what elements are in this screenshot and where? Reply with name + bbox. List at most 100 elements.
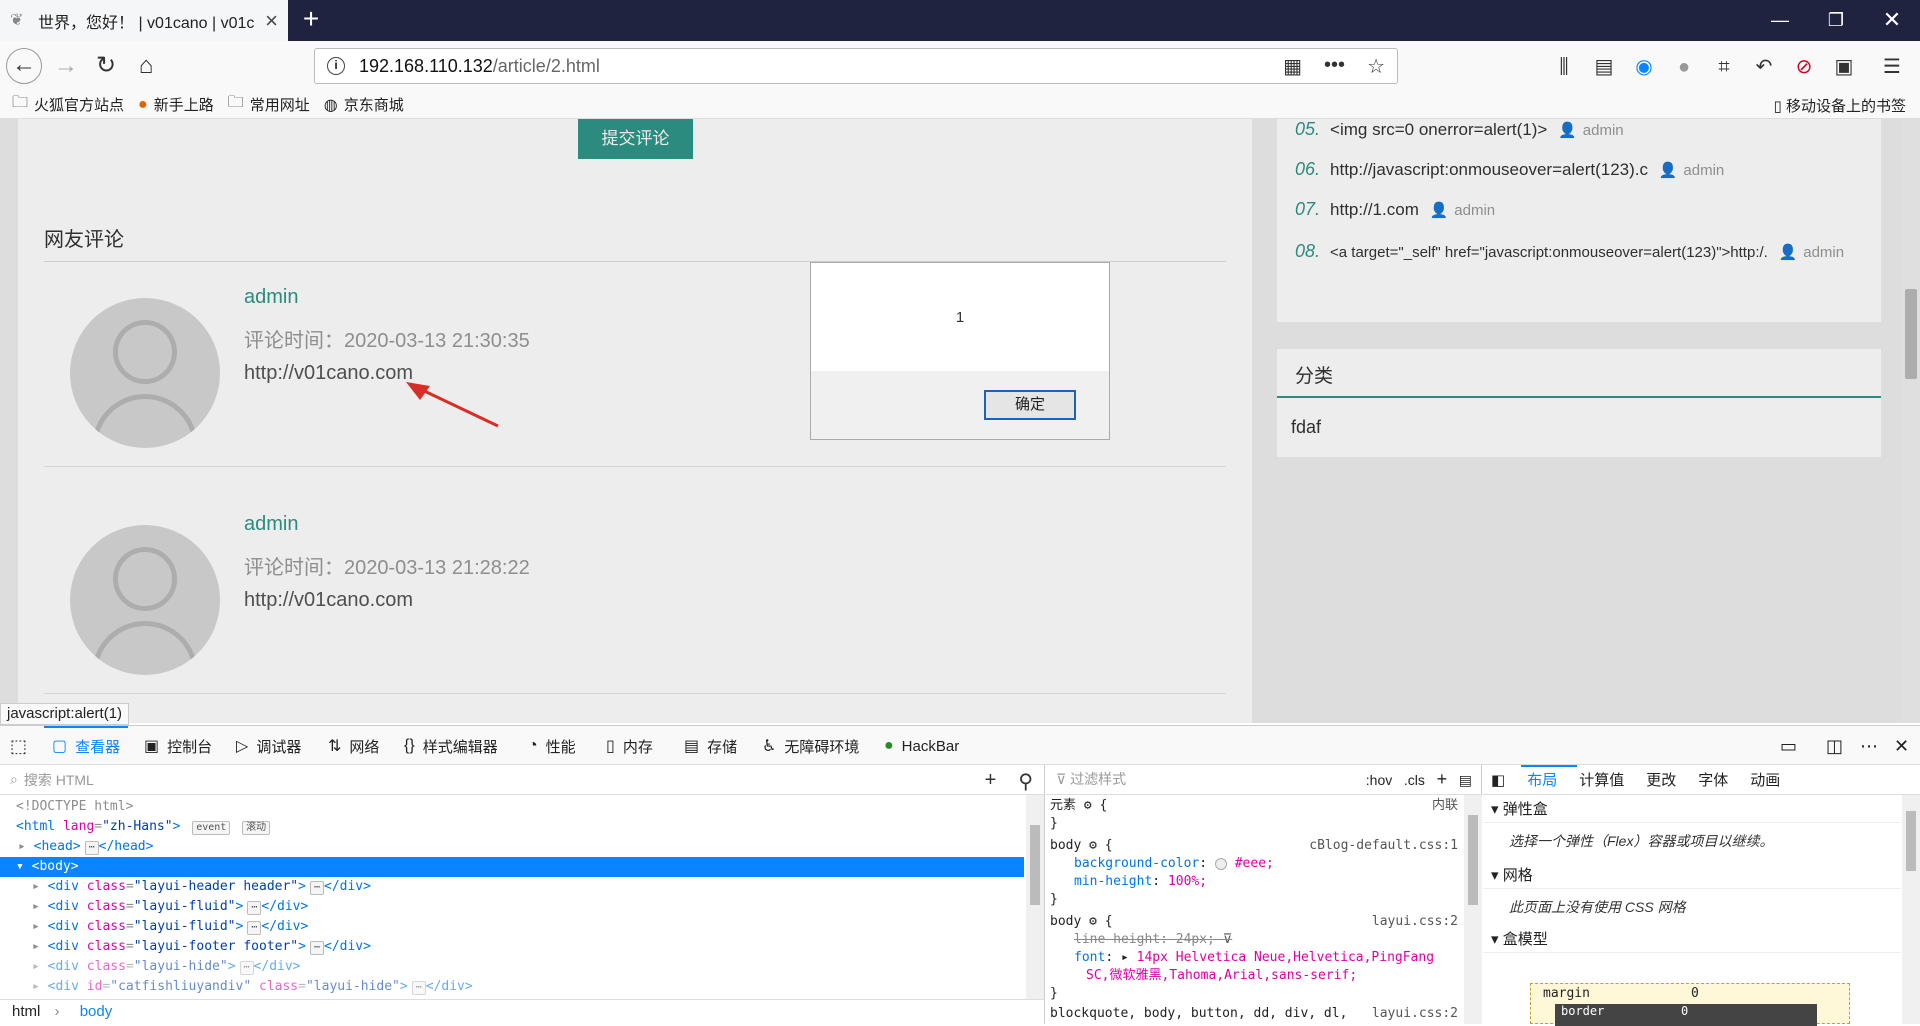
rule-declaration[interactable]: font: ▸ 14px Helvetica Neue,Helvetica,Pi… xyxy=(1050,949,1464,967)
comment-author[interactable]: admin xyxy=(244,513,298,536)
rule-source[interactable]: layui.css:2 xyxy=(1372,913,1458,931)
chat-icon[interactable]: ● xyxy=(1670,53,1698,81)
back-button[interactable]: ← xyxy=(6,48,42,84)
bookmark-item[interactable]: 🗀 常用网址 xyxy=(228,91,310,118)
library-icon[interactable]: ⫼ xyxy=(1550,53,1578,81)
reload-button[interactable]: ↻ xyxy=(88,49,124,83)
rule-declaration[interactable]: min-height: 100%; xyxy=(1050,873,1464,891)
submit-comment-button[interactable]: 提交评论 xyxy=(578,119,693,159)
forward-button[interactable]: → xyxy=(48,49,84,83)
recent-comment-item[interactable]: 08. <a target="_self" href="javascript:on… xyxy=(1295,241,1844,262)
close-tab-icon[interactable]: × xyxy=(265,8,278,34)
event-badge[interactable]: event xyxy=(192,821,231,835)
block-icon[interactable]: ⊘ xyxy=(1790,53,1818,81)
split-console-icon[interactable]: ◫ xyxy=(1826,726,1843,766)
eyedropper-icon[interactable]: ⚲ xyxy=(1018,769,1033,794)
gear-icon[interactable]: ⚙ xyxy=(1089,838,1097,853)
tree-node-doctype[interactable]: <!DOCTYPE html> xyxy=(0,797,1024,817)
markup-scrollbar[interactable] xyxy=(1026,795,1044,999)
margin-value[interactable]: 0 xyxy=(1691,986,1699,1001)
restore-button[interactable]: ❐ xyxy=(1808,0,1864,41)
tab-storage[interactable]: ▤ 存储 xyxy=(684,726,737,766)
page-actions-icon[interactable]: ••• xyxy=(1324,54,1345,79)
sidebar-icon[interactable]: ▤ xyxy=(1590,53,1618,81)
flexbox-section-header[interactable]: ▾ 弹性盒 xyxy=(1483,797,1901,823)
tree-node-div[interactable]: ▸ <div class="layui-fluid"> ⋯ </div> xyxy=(0,897,1024,917)
tab-animations[interactable]: 动画 xyxy=(1750,769,1780,790)
tab-computed[interactable]: 计算值 xyxy=(1579,769,1624,790)
menu-icon[interactable]: ☰ xyxy=(1878,53,1906,81)
gear-icon[interactable]: ⚙ xyxy=(1089,914,1097,929)
collapsed-badge[interactable]: ⋯ xyxy=(411,981,426,995)
tab-memory[interactable]: ▯ 内存 xyxy=(606,726,653,766)
collapsed-badge[interactable]: ⋯ xyxy=(247,921,262,935)
account-icon[interactable]: ◉ xyxy=(1630,53,1658,81)
ok-button[interactable]: 确定 xyxy=(984,390,1076,420)
grid-section-header[interactable]: ▾ 网格 xyxy=(1483,863,1901,889)
bookmark-item[interactable]: 🗀 火狐官方站点 xyxy=(12,91,124,118)
tree-node-div[interactable]: ▸ <div class="layui-header header"> ⋯ </di… xyxy=(0,877,1024,897)
gear-icon[interactable]: ⚙ xyxy=(1084,798,1092,813)
collapsed-badge[interactable]: ⋯ xyxy=(309,941,324,955)
recent-comment-item[interactable]: 07. http://1.com 👤 admin xyxy=(1295,199,1495,220)
rule-declaration[interactable]: background-color: #eee; xyxy=(1050,855,1464,873)
tab-layout[interactable]: 布局 xyxy=(1527,769,1557,790)
tree-node-div[interactable]: ▸ <div class="layui-footer footer"> ⋯ </di… xyxy=(0,937,1024,957)
tree-node-head[interactable]: ▸ <head> ⋯ </head> xyxy=(0,837,1024,857)
breadcrumb-body[interactable]: body xyxy=(80,1003,113,1020)
bookmark-item[interactable]: ● 新手上路 xyxy=(138,94,214,115)
dock-layout-icon[interactable]: ▭ xyxy=(1780,726,1797,766)
add-node-icon[interactable]: + xyxy=(985,769,997,794)
add-rule-icon[interactable]: + xyxy=(1437,769,1448,789)
collapsed-badge[interactable]: ⋯ xyxy=(247,901,262,915)
qr-code-icon[interactable]: ▦ xyxy=(1283,54,1302,79)
tree-node-div[interactable]: ▸ <div class="layui-fluid"> ⋯ </div> xyxy=(0,917,1024,937)
tab-style-editor[interactable]: {} 样式编辑器 xyxy=(404,726,498,766)
page-scrollbar[interactable] xyxy=(1902,119,1920,723)
tab-performance[interactable]: ◔ 性能 xyxy=(528,726,576,766)
tab-debugger[interactable]: ▷ 调试器 xyxy=(236,726,301,766)
collapsed-badge[interactable]: ⋯ xyxy=(239,961,254,975)
tree-node-div[interactable]: ▸ <div id="catfishliuyandiv" class="layu… xyxy=(0,977,1024,997)
tree-node-body[interactable]: ▾ <body> xyxy=(0,857,1024,877)
home-button[interactable]: ⌂ xyxy=(128,49,164,83)
minimize-button[interactable]: — xyxy=(1752,0,1808,41)
screenshot-icon[interactable]: ⌗ xyxy=(1710,53,1738,81)
recent-comment-item[interactable]: 05. <img src=0 onerror=alert(1)> 👤 admin xyxy=(1295,119,1624,140)
filter-icon[interactable]: ⊽ xyxy=(1223,932,1233,947)
breadcrumb-html[interactable]: html xyxy=(12,1003,40,1020)
filter-styles-input[interactable]: 过滤样式 xyxy=(1070,771,1126,787)
close-window-button[interactable]: ✕ xyxy=(1864,0,1920,41)
toggle-sidebar-icon[interactable]: ◧ xyxy=(1491,771,1505,789)
category-item[interactable]: fdaf xyxy=(1291,417,1321,438)
border-value[interactable]: 0 xyxy=(1681,1004,1688,1018)
html-search-input[interactable]: 搜索 HTML xyxy=(24,770,94,790)
url-bar[interactable]: i 192.168.110.132 /article/2.html ▦ ••• … xyxy=(314,48,1398,84)
bookmark-item[interactable]: ◍ 京东商城 xyxy=(324,94,404,115)
tab-network[interactable]: ⇅ 网络 xyxy=(328,726,379,766)
rule-declaration-overridden[interactable]: line-height: 24px; ⊽ xyxy=(1050,931,1464,949)
comment-url[interactable]: http://v01cano.com xyxy=(244,589,413,612)
rule-source[interactable]: layui.css:2 xyxy=(1372,1005,1458,1023)
mobile-bookmarks[interactable]: ▯ 移动设备上的书签 xyxy=(1774,95,1906,116)
rules-scrollbar[interactable] xyxy=(1464,795,1482,1024)
bookmark-star-icon[interactable]: ☆ xyxy=(1367,54,1385,79)
color-swatch[interactable] xyxy=(1214,857,1227,870)
hov-toggle[interactable]: :hov xyxy=(1366,772,1392,788)
close-devtools-icon[interactable]: ✕ xyxy=(1894,726,1909,766)
comment-author[interactable]: admin xyxy=(244,286,298,309)
tree-node-div[interactable]: ▸ <div class="layui-hide"> ⋯ </div> xyxy=(0,957,1024,977)
box-model-section-header[interactable]: ▾ 盒模型 xyxy=(1483,927,1901,953)
collapsed-badge[interactable]: ⋯ xyxy=(84,841,99,855)
tab-inspector[interactable]: ▢ 查看器 xyxy=(52,726,120,766)
cls-toggle[interactable]: .cls xyxy=(1404,772,1425,788)
recent-comment-item[interactable]: 06. http://javascript:onmouseover=alert(1… xyxy=(1295,159,1724,180)
print-media-icon[interactable]: ▤ xyxy=(1459,772,1472,788)
collapsed-badge[interactable]: ⋯ xyxy=(309,881,324,895)
tab-hackbar[interactable]: ● HackBar xyxy=(884,726,959,766)
browser-tab[interactable]: ❦ 世界，您好！ | v01cano | v01c × xyxy=(0,0,288,41)
extension-icon[interactable]: ▣ xyxy=(1830,53,1858,81)
new-tab-button[interactable]: + xyxy=(288,0,334,41)
tab-changes[interactable]: 更改 xyxy=(1646,769,1676,790)
site-info-icon[interactable]: i xyxy=(327,57,345,75)
